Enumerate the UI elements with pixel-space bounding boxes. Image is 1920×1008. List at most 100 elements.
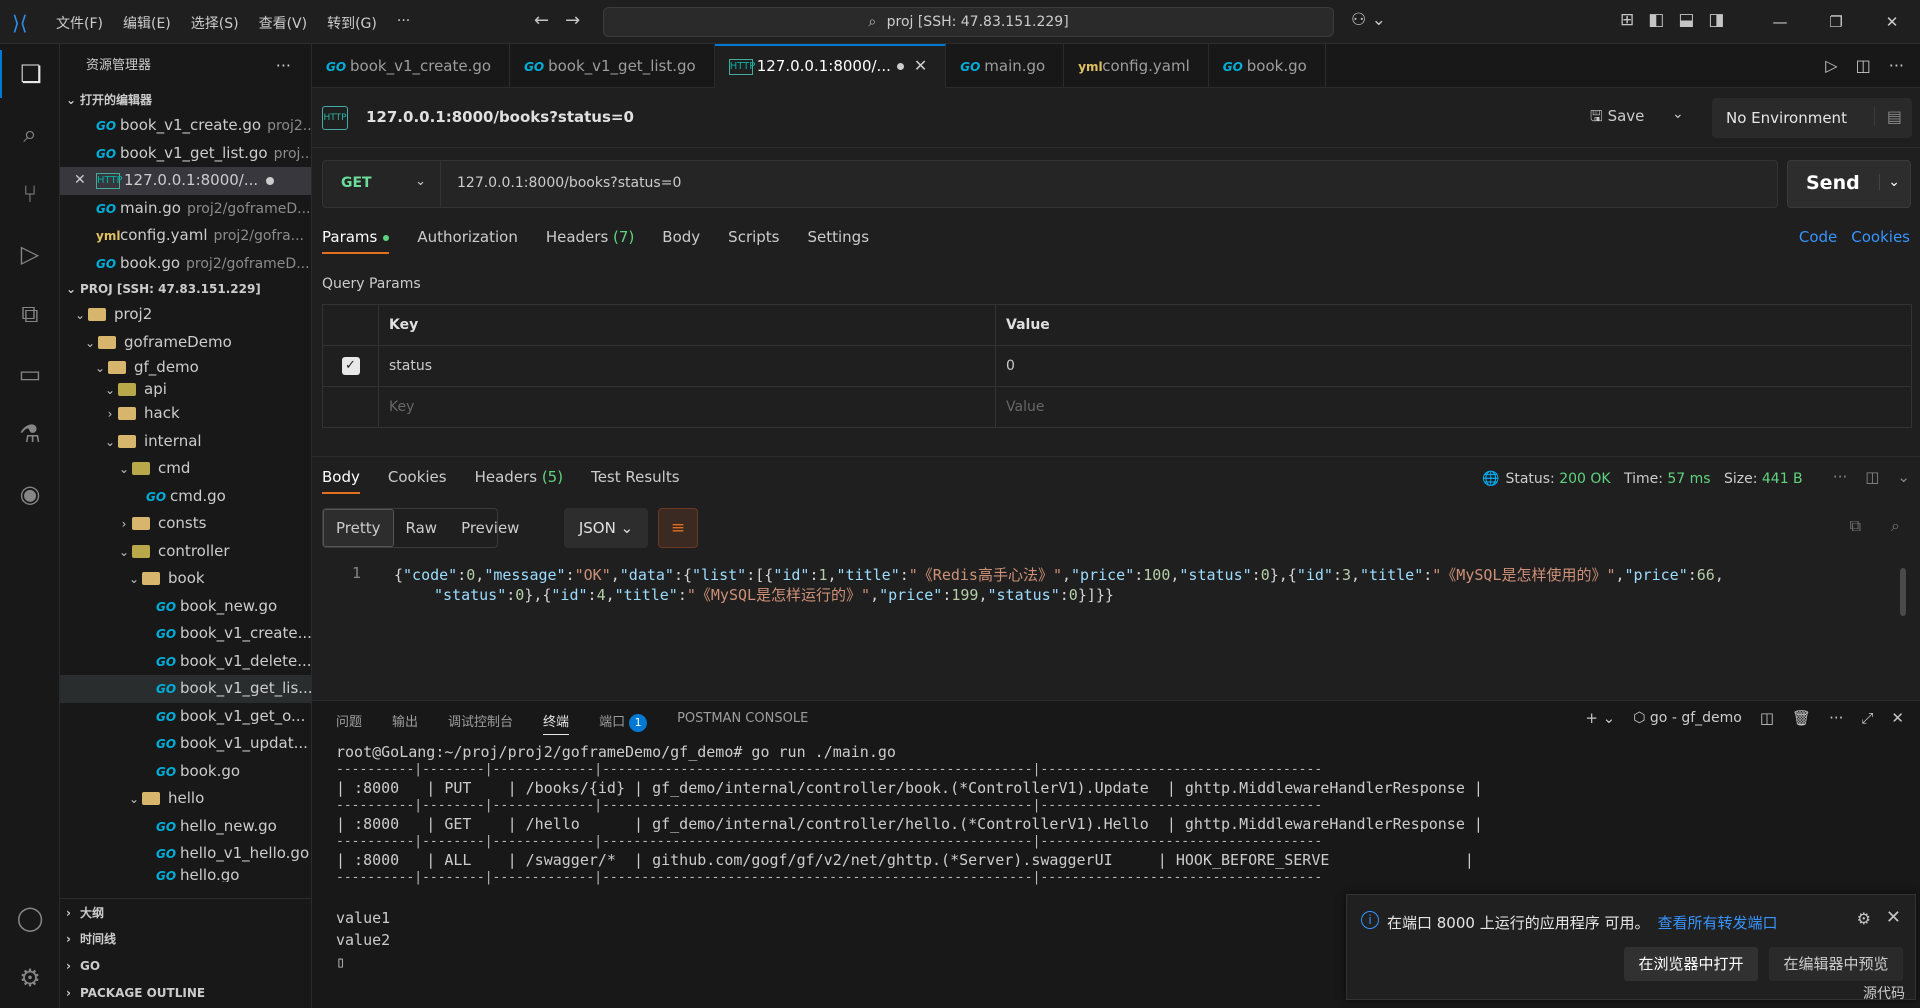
url-input[interactable]: 127.0.0.1:8000/books?status=0 xyxy=(457,175,681,191)
open-editor-item[interactable]: GO main.go proj2/goframeD... xyxy=(60,195,311,223)
workspace-section[interactable]: ⌄ PROJ [SSH: 47.83.151.229] xyxy=(60,277,311,301)
close-window-icon[interactable]: ✕ xyxy=(1864,0,1920,44)
search-view-icon[interactable]: ⌕ xyxy=(0,110,60,158)
open-editor-item[interactable]: GO book_v1_get_list.go proj... xyxy=(60,140,311,168)
close-panel-icon[interactable]: ✕ xyxy=(1891,709,1904,727)
method-select[interactable]: GET ⌄ xyxy=(323,161,441,207)
format-select[interactable]: JSON ⌄ xyxy=(564,508,648,548)
kill-terminal-icon[interactable]: 🗑 xyxy=(1792,709,1811,727)
restore-icon[interactable]: ❐ xyxy=(1808,0,1864,44)
source-control-icon[interactable]: ⑂ xyxy=(0,170,60,218)
tree-folder[interactable]: › hack xyxy=(60,400,311,428)
more-actions-icon[interactable]: ··· xyxy=(1829,709,1843,727)
tree-folder[interactable]: ⌄ internal xyxy=(60,428,311,456)
environment-selector[interactable]: No Environment ▤ xyxy=(1712,98,1912,138)
tab-config-yaml[interactable]: ymlconfig.yaml xyxy=(1064,44,1209,88)
timeline-section[interactable]: › 时间线 xyxy=(60,926,311,953)
customize-layout-icon[interactable]: ⊞ xyxy=(1620,10,1634,30)
new-terminal-icon[interactable]: + ⌄ xyxy=(1585,709,1615,727)
run-debug-icon[interactable]: ▷ xyxy=(0,230,60,278)
testing-icon[interactable]: ⚗ xyxy=(0,410,60,458)
maximize-panel-icon[interactable]: ⤢ xyxy=(1861,709,1873,727)
go-section[interactable]: › GO xyxy=(60,953,311,980)
tree-folder[interactable]: ⌄ controller xyxy=(60,538,311,566)
cookies-link[interactable]: Cookies xyxy=(1851,228,1910,246)
toggle-primary-sidebar-icon[interactable]: ◧ xyxy=(1648,10,1664,30)
tab-body[interactable]: Body xyxy=(662,228,700,254)
tab-params[interactable]: Params xyxy=(322,228,390,254)
tab-settings[interactable]: Settings xyxy=(808,228,870,254)
copy-icon[interactable]: ⧉ xyxy=(1850,516,1861,536)
menu-view[interactable]: 查看(V) xyxy=(257,11,310,35)
tab-headers[interactable]: Headers (7) xyxy=(546,228,634,254)
menu-go[interactable]: 转到(G) xyxy=(325,11,379,35)
tree-folder[interactable]: ⌄ book xyxy=(60,565,311,593)
tree-folder[interactable]: › consts xyxy=(60,510,311,538)
response-tab-test-results[interactable]: Test Results xyxy=(591,468,679,494)
new-value-input[interactable]: Value xyxy=(996,387,1911,428)
save-options-chevron-icon[interactable]: ⌄ xyxy=(1672,106,1684,122)
view-preview[interactable]: Preview xyxy=(449,519,531,537)
tree-file[interactable]: GO book_new.go xyxy=(60,593,311,621)
response-layout-icon[interactable]: ◫ xyxy=(1865,468,1879,486)
tree-folder[interactable]: ⌄ goframeDemo xyxy=(60,329,311,357)
chevron-down-icon[interactable]: ⌄ xyxy=(1897,468,1910,486)
tree-folder[interactable]: ⌄ api xyxy=(60,378,311,400)
open-in-browser-button[interactable]: 在浏览器中打开 xyxy=(1624,947,1758,981)
tree-file[interactable]: GO book_v1_get_o... xyxy=(60,703,311,731)
panel-tab-terminal[interactable]: 终端 xyxy=(543,711,570,735)
terminal-output[interactable]: root@GoLang:~/proj/proj2/goframeDemo/gf_… xyxy=(336,741,1483,973)
response-tab-body[interactable]: Body xyxy=(322,468,360,494)
view-pretty[interactable]: Pretty xyxy=(323,509,394,547)
panel-tab-problems[interactable]: 问题 xyxy=(336,711,362,735)
tree-file[interactable]: GO book_v1_updat... xyxy=(60,730,311,758)
new-key-input[interactable]: Key xyxy=(379,387,996,428)
param-value-input[interactable]: 0 xyxy=(996,346,1911,387)
open-editor-item[interactable]: ymlconfig.yaml proj2/gofra... xyxy=(60,222,311,250)
preview-in-editor-button[interactable]: 在编辑器中预览 xyxy=(1769,947,1903,981)
param-key-input[interactable]: status xyxy=(379,346,996,387)
tree-file[interactable]: GO book_v1_create... xyxy=(60,620,311,648)
menu-more[interactable]: ··· xyxy=(395,11,412,35)
view-raw[interactable]: Raw xyxy=(394,519,450,537)
wrap-lines-icon[interactable]: ≡ xyxy=(658,508,698,548)
panel-tab-debug-console[interactable]: 调试控制台 xyxy=(448,711,513,735)
response-more-icon[interactable]: ··· xyxy=(1833,468,1847,486)
menu-file[interactable]: 文件(F) xyxy=(54,11,105,35)
menu-selection[interactable]: 选择(S) xyxy=(189,11,241,35)
tree-folder[interactable]: ⌄ gf_demo xyxy=(60,356,311,378)
send-button[interactable]: Send ⌄ xyxy=(1787,160,1911,208)
tree-file[interactable]: GO hello_new.go xyxy=(60,813,311,841)
tree-folder[interactable]: ⌄ hello xyxy=(60,785,311,813)
tree-file[interactable]: GO cmd.go xyxy=(60,483,311,511)
tree-folder[interactable]: ⌄ cmd xyxy=(60,455,311,483)
tree-file-selected[interactable]: GO book_v1_get_lis... xyxy=(60,675,311,703)
close-notification-icon[interactable]: ✕ xyxy=(1886,907,1901,928)
tab-scripts[interactable]: Scripts xyxy=(728,228,779,254)
param-enabled-checkbox[interactable]: ✓ xyxy=(341,357,360,375)
close-tab-icon[interactable]: ✕ xyxy=(914,56,927,75)
response-divider[interactable] xyxy=(312,456,1920,457)
tree-folder[interactable]: ⌄ proj2 xyxy=(60,301,311,329)
tree-file[interactable]: GO book_v1_delete... xyxy=(60,648,311,676)
more-actions-icon[interactable]: ··· xyxy=(276,44,291,88)
command-center-search[interactable]: ⌕ proj [SSH: 47.83.151.229] xyxy=(603,7,1334,37)
package-outline-section[interactable]: › PACKAGE OUTLINE xyxy=(60,980,311,1007)
tab-authorization[interactable]: Authorization xyxy=(417,228,517,254)
minimize-icon[interactable]: — xyxy=(1752,0,1808,44)
tab-main-go[interactable]: GO main.go xyxy=(946,44,1065,88)
tab-book-v1-create[interactable]: GO book_v1_create.go xyxy=(312,44,511,88)
account-icon[interactable]: ◯ xyxy=(0,894,60,942)
editor-scrollbar[interactable] xyxy=(1900,568,1906,616)
panel-tab-output[interactable]: 输出 xyxy=(392,711,418,735)
settings-gear-icon[interactable]: ⚙ xyxy=(0,954,60,1002)
outline-section[interactable]: › 大纲 xyxy=(60,898,311,926)
tab-book-v1-get-list[interactable]: GO book_v1_get_list.go xyxy=(510,44,715,88)
split-editor-icon[interactable]: ◫ xyxy=(1856,56,1871,75)
tree-file[interactable]: GO book.go xyxy=(60,758,311,786)
save-button[interactable]: 🖫 Save xyxy=(1590,106,1644,131)
open-editors-section[interactable]: ⌄ 打开的编辑器 xyxy=(60,88,311,112)
close-editor-icon[interactable]: ✕ xyxy=(74,167,86,195)
open-editor-item-active[interactable]: ✕ HTTP127.0.0.1:8000/... xyxy=(60,167,311,195)
response-tab-cookies[interactable]: Cookies xyxy=(388,468,447,494)
